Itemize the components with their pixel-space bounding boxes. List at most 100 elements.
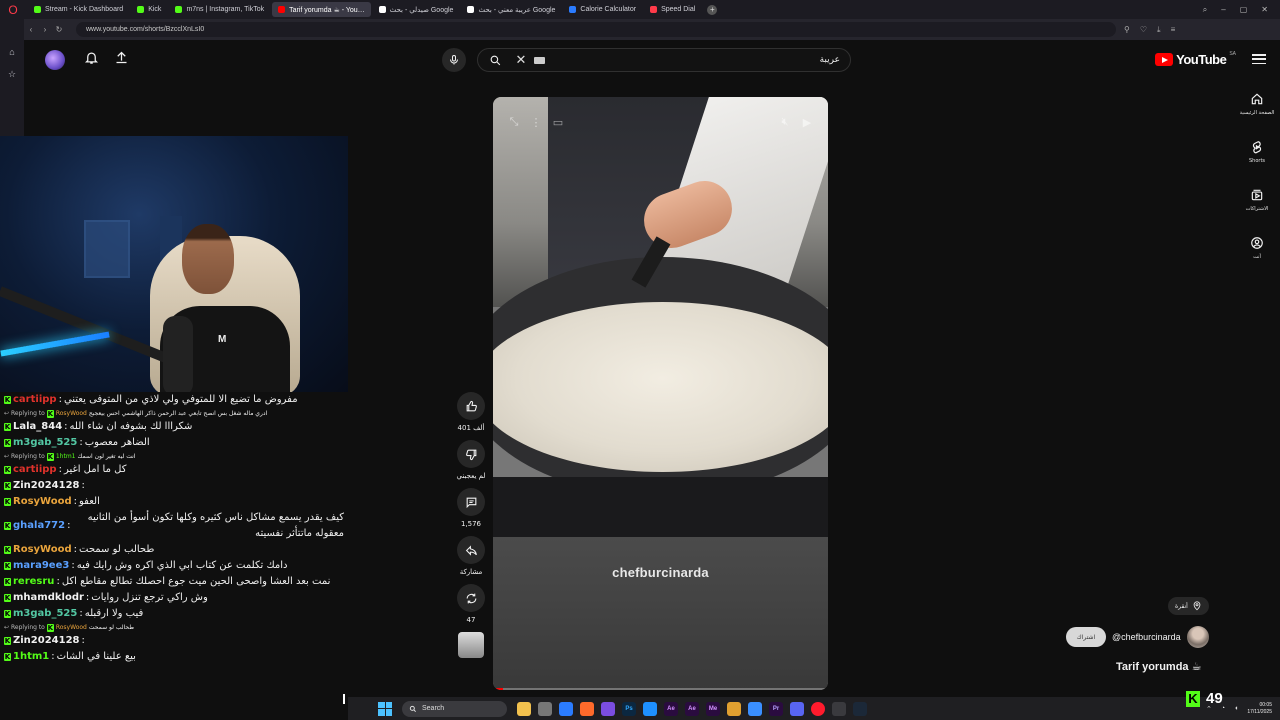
browser-tab[interactable]: Stream - Kick Dashboard xyxy=(28,2,129,17)
browser-tab[interactable]: عريبة معني - بحث Google xyxy=(461,2,561,17)
chat-username[interactable]: Zin2024128 xyxy=(13,478,80,494)
chat-message[interactable]: K 1htm1: بيع علينا في الشات xyxy=(0,649,348,665)
store-icon[interactable] xyxy=(538,701,552,716)
chat-message[interactable]: Kcartiipp: مفروض ما تضيع الا للمتوفي ولي … xyxy=(0,392,348,408)
guide-item-shorts[interactable]: Shorts xyxy=(1234,128,1280,176)
channel-handle[interactable]: @chefburcinarda xyxy=(1112,632,1181,642)
app-icon-2[interactable] xyxy=(727,701,741,716)
taskbar-clock[interactable]: 00:05 17/11/2025 xyxy=(1247,702,1272,716)
captions-icon[interactable]: ▭ xyxy=(547,111,569,133)
search-tabs-icon[interactable]: ⌕ xyxy=(1203,5,1207,15)
comments-button[interactable] xyxy=(457,488,485,516)
app-icon[interactable] xyxy=(643,701,657,716)
browser-tab[interactable]: صيدلي - بحث Google xyxy=(373,2,460,17)
opera-icon[interactable] xyxy=(811,701,825,716)
minimize-icon[interactable]: – xyxy=(1221,5,1225,15)
chat-message[interactable]: Kmhamdklodr: وش راكي ترجع تنزل روايات xyxy=(0,590,348,606)
video-progress-bar[interactable] xyxy=(493,688,828,690)
chat-username[interactable]: Zin2024128 xyxy=(13,633,80,649)
app-icon-3[interactable] xyxy=(748,701,762,716)
guide-item-home[interactable]: الصفحة الرئيسية xyxy=(1234,80,1280,128)
like-button[interactable] xyxy=(457,392,485,420)
chat-username[interactable]: reresru xyxy=(13,574,54,590)
menu-dots-icon[interactable]: ≡ xyxy=(1171,25,1176,35)
chat-username[interactable]: RosyWood xyxy=(13,494,72,510)
chat-username[interactable]: cartiipp xyxy=(13,392,57,408)
subscribe-button[interactable]: اشتراك xyxy=(1066,627,1106,647)
shorts-player[interactable]: chefburcinarda ⤡ ⋮ ▭ 🔇︎ ▶ xyxy=(493,97,828,690)
hamburger-menu-icon[interactable] xyxy=(1252,52,1266,66)
browser-tab[interactable]: Speed Dial xyxy=(644,2,701,17)
chat-message[interactable]: ↩ Replying to K RosyWood طحالب لو سمحت xyxy=(0,622,348,633)
opera-logo-icon[interactable]: O xyxy=(0,0,26,19)
browser-tab[interactable]: Calorie Calculator xyxy=(563,2,642,17)
account-avatar[interactable] xyxy=(45,50,65,70)
bookmark-icon[interactable]: ♡ xyxy=(1140,25,1147,35)
search-input[interactable] xyxy=(545,55,850,65)
volume-icon[interactable]: ◖ xyxy=(1234,705,1238,712)
media-encoder-icon[interactable]: Me xyxy=(706,701,720,716)
chat-scrollbar[interactable] xyxy=(343,694,345,704)
photoshop-icon[interactable]: Ps xyxy=(622,701,636,716)
discord-icon[interactable] xyxy=(790,701,804,716)
remix-button[interactable] xyxy=(457,584,485,612)
app-icon-4[interactable] xyxy=(832,701,846,716)
chat-message[interactable]: Kmara9ee3: دامك تكلمت عن كتاب ابي الذي اك… xyxy=(0,558,348,574)
fullscreen-icon[interactable]: ⤡ xyxy=(503,111,525,133)
chat-username[interactable]: cartiipp xyxy=(13,462,57,478)
location-chip[interactable]: أنقرة xyxy=(1168,597,1209,615)
voice-search-button[interactable] xyxy=(442,48,466,72)
chat-username[interactable]: mara9ee3 xyxy=(13,558,69,574)
channel-avatar[interactable] xyxy=(1186,626,1209,648)
chat-username[interactable]: Lala_844 xyxy=(13,419,62,435)
mute-icon[interactable]: 🔇︎ xyxy=(774,111,796,133)
browser-tab[interactable]: Kick xyxy=(131,2,167,17)
reply-username[interactable]: RosyWood xyxy=(56,408,87,419)
chat-username[interactable]: ghala772 xyxy=(13,518,65,534)
close-icon[interactable]: ✕ xyxy=(1261,5,1268,15)
chat-message[interactable]: K RosyWood: العفو xyxy=(0,494,348,510)
taskbar-search[interactable]: Search xyxy=(402,700,507,717)
steam-icon[interactable] xyxy=(853,701,867,716)
create-upload-icon[interactable] xyxy=(111,50,131,70)
visual-studio-icon[interactable] xyxy=(601,701,615,716)
chat-message[interactable]: K RosyWood: طحالب لو سمحت xyxy=(0,542,348,558)
youtube-logo[interactable]: YouTube SA xyxy=(1155,51,1236,67)
guide-item-subscriptions[interactable]: الاشتراكات xyxy=(1234,176,1280,224)
browser-tab[interactable]: Tarif yorumda ☕ - You… xyxy=(272,2,371,17)
chat-message[interactable]: ↩ Replying to K RosyWood ادري ماله شغل بس ان… xyxy=(0,408,348,419)
guide-item-you[interactable]: أنت xyxy=(1234,224,1280,272)
share-button[interactable] xyxy=(457,536,485,564)
more-options-icon[interactable]: ⋮ xyxy=(525,111,547,133)
back-icon[interactable]: ‹ xyxy=(24,25,38,34)
forward-icon[interactable]: › xyxy=(38,25,52,34)
chat-message[interactable]: K Zin2024128: xyxy=(0,633,348,649)
after-effects-icon-2[interactable]: Ae xyxy=(685,701,699,716)
file-explorer-icon[interactable] xyxy=(517,701,531,716)
chat-username[interactable]: mhamdklodr xyxy=(13,590,84,606)
premiere-icon[interactable]: Pr xyxy=(769,701,783,716)
browser-tab[interactable]: m7ns | Instagram, TikTok xyxy=(169,2,270,17)
extension-icon[interactable]: ⚲ xyxy=(1124,25,1130,35)
chat-message[interactable]: Km3gab_525: فيب ولا ارقبله xyxy=(0,606,348,622)
chat-username[interactable]: m3gab_525 xyxy=(13,606,77,622)
url-field[interactable]: www.youtube.com/shorts/BzcclXnLsI0 xyxy=(76,22,1116,37)
chat-username[interactable]: m3gab_525 xyxy=(13,435,77,451)
search-button[interactable] xyxy=(478,49,512,71)
play-icon[interactable]: ▶ xyxy=(796,111,818,133)
notifications-icon[interactable] xyxy=(81,50,101,70)
home-sidebar-icon[interactable]: ⌂ xyxy=(0,41,24,63)
chat-message[interactable]: K Lala_844: شكرااا لك بشوفه ان شاء الله xyxy=(0,419,348,435)
chat-message[interactable]: ↩ Replying to K 1htm1 انت ليه تغير لون اسمك xyxy=(0,451,348,462)
after-effects-icon[interactable]: Ae xyxy=(664,701,678,716)
star-sidebar-icon[interactable]: ☆ xyxy=(0,63,24,85)
download-icon[interactable]: ⤓ xyxy=(1157,25,1161,35)
chat-message[interactable]: Kreresru: نمت بعد العشا واصحى الحين ميت ج… xyxy=(0,574,348,590)
chat-username[interactable]: RosyWood xyxy=(13,542,72,558)
vscode-icon[interactable] xyxy=(559,701,573,716)
chat-message[interactable]: Kcartiipp: كل ما امل اغير xyxy=(0,462,348,478)
video-title[interactable]: Tarif yorumda ☕ xyxy=(1116,660,1201,673)
new-tab-button[interactable]: + xyxy=(707,4,718,15)
chat-message[interactable]: Kghala772: كيف يقدر يسمع مشاكل ناس كثيره … xyxy=(0,510,348,542)
chat-message[interactable]: Km3gab_525: الضاهر معصوب xyxy=(0,435,348,451)
